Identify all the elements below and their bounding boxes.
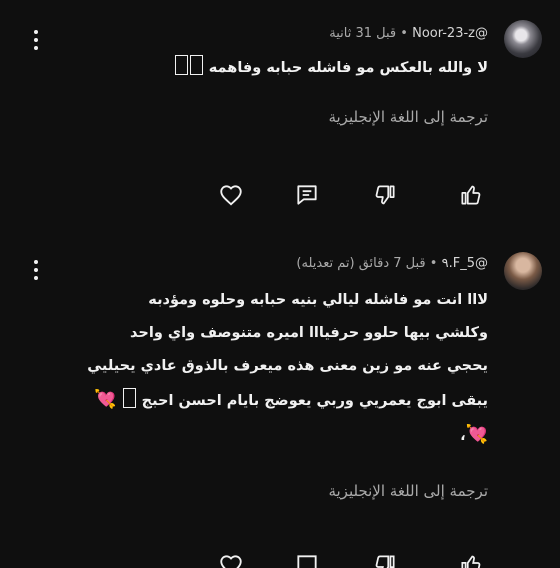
comment-meta: @5_F.٩ • قبل 7 دقائق (تم تعديله) [296,256,488,271]
missing-glyph-icon [122,388,136,408]
missing-glyph-icon [189,55,203,75]
comment-author[interactable]: @5_F.٩ [442,256,488,271]
more-vert-icon [34,260,38,280]
comment-text-line: يحجي عنه مو زين معنى هذه ميعرف بالذوق عا… [87,358,488,374]
more-vert-icon [34,30,38,50]
comment-author[interactable]: @Noor-23-z [412,26,488,41]
translate-link[interactable]: ترجمة إلى اللغة الإنجليزية [328,108,488,126]
comment-text: لااا انت مو فاشله ليالي بنيه حبابه وحلوه… [48,284,488,453]
comment-menu-button[interactable] [24,256,48,284]
comment-text-line: لااا انت مو فاشله ليالي بنيه حبابه وحلوه… [148,292,488,308]
comment-menu-button[interactable] [24,26,48,54]
dislike-button[interactable] [372,182,402,212]
heart-icon [220,185,242,206]
heart-button[interactable] [218,182,248,212]
reply-icon [297,185,317,205]
comment-text-line: يبقى ابوج يعمريي وربي يعوضج بايام احسن ا… [141,393,488,409]
thumbs-down-icon[interactable] [372,552,398,568]
translate-link[interactable]: ترجمة إلى اللغة الإنجليزية [328,482,488,500]
comment-text-line: لا والله بالعكس مو فاشله حبابه وفاهمه [208,60,488,76]
comment-time: قبل 31 ثانية [329,26,397,41]
heart-emoji-icon: 💘 [94,389,117,410]
comment-text-line: وكلشي بيها حلوو حرفيااا اميره متنوصف واي… [130,325,488,341]
missing-glyph-icon [174,55,188,75]
avatar[interactable] [504,252,542,290]
avatar[interactable] [504,20,542,58]
comment-actions [0,548,560,568]
comment-item: @5_F.٩ • قبل 7 دقائق (تم تعديله) لااا ان… [0,240,560,568]
comment-actions [0,182,560,212]
thumbs-up-icon [461,185,481,205]
thumbs-down-icon [375,185,395,205]
comment-text-line-4: يبقى ابوج يعمريي وربي يعوضج بايام احسن ا… [48,383,488,418]
comment-time: قبل 7 دقائق (تم تعديله) [296,256,426,271]
meta-separator: • [400,26,408,41]
heart-emoji-icon: 💘 [465,424,488,445]
heart-icon[interactable] [218,552,244,568]
comment-meta: @Noor-23-z • قبل 31 ثانية [329,26,488,41]
reply-icon[interactable] [294,552,320,568]
like-button[interactable] [458,182,488,212]
meta-separator: • [429,256,438,271]
comment-text: لا والله بالعكس مو فاشله حبابه وفاهمه [48,52,488,85]
thumbs-up-icon[interactable] [458,552,484,568]
reply-button[interactable] [294,182,324,212]
comment-text-line-5: 💘، [460,424,488,445]
comment-item: @Noor-23-z • قبل 31 ثانية لا والله بالعك… [0,0,560,230]
